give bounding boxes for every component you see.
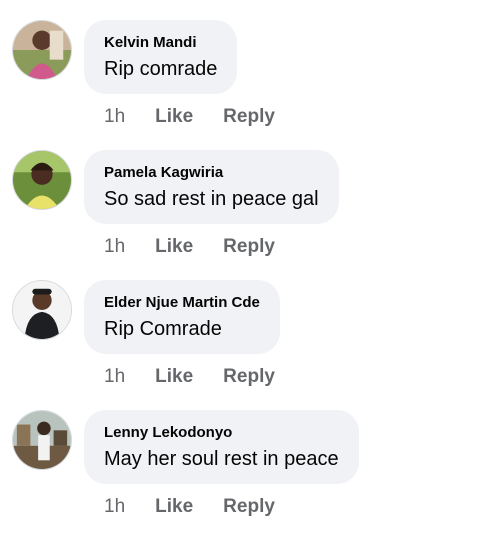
comment: Lenny Lekodonyo May her soul rest in pea… [0, 410, 480, 540]
avatar[interactable] [12, 150, 72, 210]
comment-actions: 1h Like Reply [104, 235, 275, 259]
like-button[interactable]: Like [155, 366, 193, 388]
comment-actions: 1h Like Reply [104, 365, 275, 389]
profile-photo-icon [13, 411, 71, 469]
like-button[interactable]: Like [155, 236, 193, 258]
comment-time[interactable]: 1h [104, 496, 125, 518]
comment-author[interactable]: Lenny Lekodonyo [104, 424, 339, 442]
reply-button[interactable]: Reply [223, 366, 275, 388]
reply-button[interactable]: Reply [223, 236, 275, 258]
profile-photo-icon [13, 21, 71, 79]
comment: Elder Njue Martin Cde Rip Comrade 1h Lik… [0, 280, 480, 410]
like-button[interactable]: Like [155, 106, 193, 128]
comment-text: Rip comrade [104, 58, 218, 80]
comment-bubble: Kelvin Mandi Rip comrade [84, 20, 238, 94]
comment-text: May her soul rest in peace [104, 448, 339, 470]
profile-photo-icon [13, 151, 71, 209]
comment-actions: 1h Like Reply [104, 105, 275, 129]
comment-time[interactable]: 1h [104, 106, 125, 128]
comment-author[interactable]: Kelvin Mandi [104, 34, 217, 52]
comment-text: So sad rest in peace gal [104, 188, 319, 210]
comment: Kelvin Mandi Rip comrade 1h Like Reply [0, 20, 480, 150]
avatar[interactable] [12, 280, 72, 340]
like-button[interactable]: Like [155, 496, 193, 518]
comment-time[interactable]: 1h [104, 366, 125, 388]
profile-photo-icon [13, 281, 71, 339]
comment-actions: 1h Like Reply [104, 495, 275, 519]
comment-author[interactable]: Pamela Kagwiria [104, 164, 319, 182]
reply-button[interactable]: Reply [223, 496, 275, 518]
avatar[interactable] [12, 20, 72, 80]
comment-text: Rip Comrade [104, 318, 222, 340]
comment-author[interactable]: Elder Njue Martin Cde [104, 294, 260, 312]
comment-bubble: Lenny Lekodonyo May her soul rest in pea… [84, 410, 359, 484]
comment-bubble: Elder Njue Martin Cde Rip Comrade [84, 280, 280, 354]
comment-time[interactable]: 1h [104, 236, 125, 258]
comment: Pamela Kagwiria So sad rest in peace gal… [0, 150, 480, 280]
reply-button[interactable]: Reply [223, 106, 275, 128]
avatar[interactable] [12, 410, 72, 470]
comment-bubble: Pamela Kagwiria So sad rest in peace gal [84, 150, 339, 224]
